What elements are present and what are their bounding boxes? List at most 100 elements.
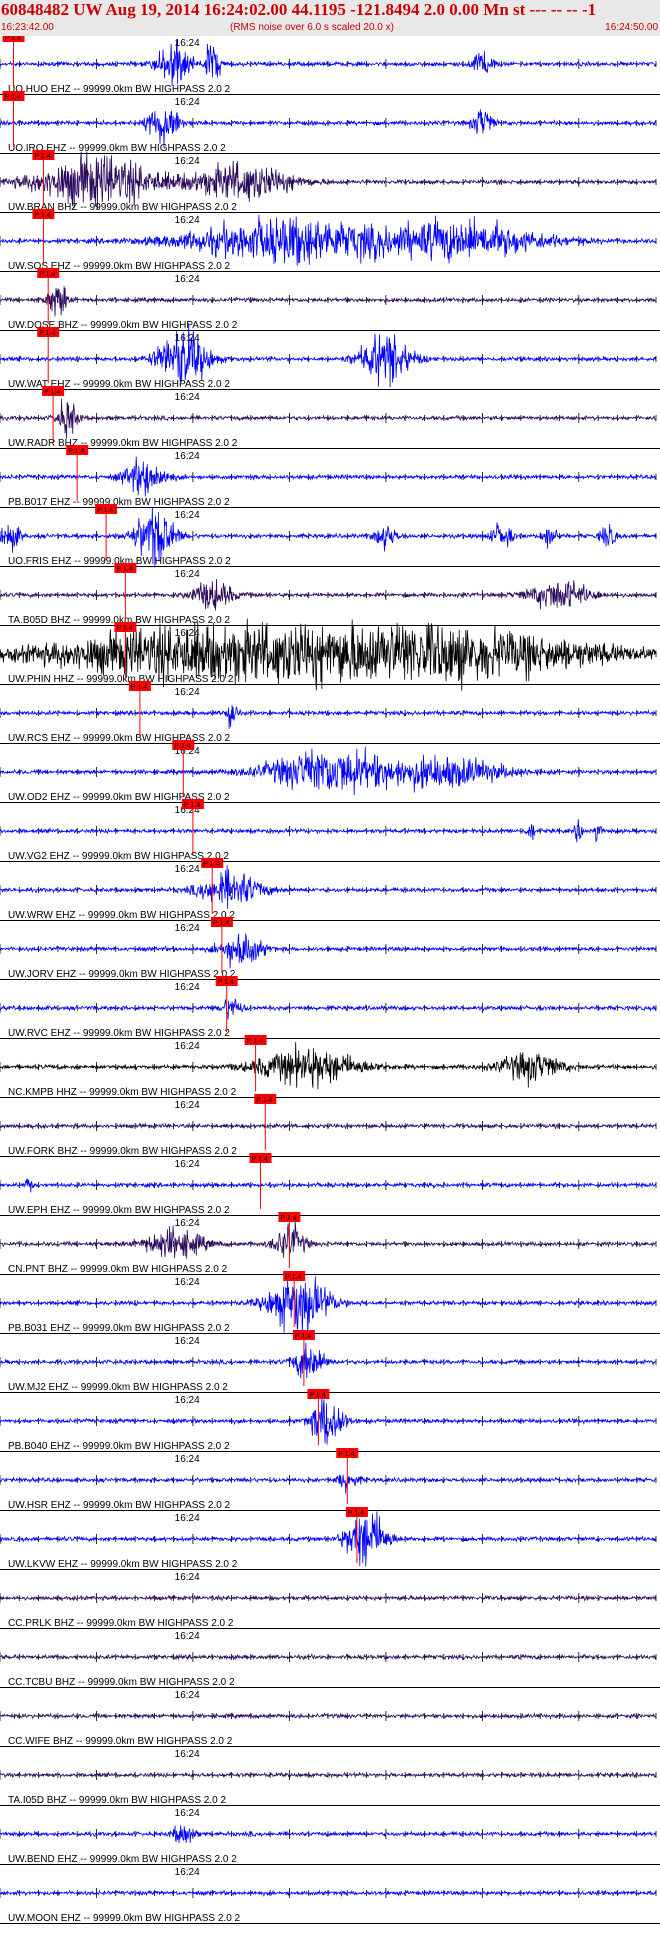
minute-label: 16:24 — [175, 1041, 200, 1052]
pick-label: P 1.4 — [213, 920, 229, 927]
pick-label: P 1.4 — [44, 389, 60, 396]
minute-label: 16:24 — [175, 38, 200, 49]
pick-label: P 1.4 — [247, 1038, 263, 1045]
minute-label: 16:24 — [175, 156, 200, 167]
pick-label: P 1.4 — [218, 979, 234, 986]
minute-label: 16:24 — [175, 1513, 200, 1524]
start-time: 16:23:42.00 — [1, 22, 54, 33]
minute-label: 16:24 — [175, 628, 200, 639]
trace-uw-phin: 16:24 UW.PHIN HHZ -- 99999.0km BW HIGHPAS… — [0, 618, 660, 691]
minute-label: 16:24 — [175, 1572, 200, 1583]
pick-label: P 1.4 — [39, 330, 55, 337]
pick-label: P 1.4 — [116, 566, 132, 573]
trace-uw-wat: 16:24 UW.WAT EHZ -- 99999.0km BW HIGHPASS… — [0, 322, 660, 390]
trace-uw-bran: 16:24UW.BRAN BHZ -- 99999.0km BW HIGHPAS… — [0, 150, 660, 213]
trace-uw-moon: 16:24 UW.MOON EHZ -- 99999.0km BW HIGHPAS… — [0, 1867, 660, 1924]
station-label: UW.WAT EHZ -- 99999.0km BW HIGHPASS 2.0 … — [8, 379, 230, 390]
pick-label: P 1.4 — [97, 507, 113, 514]
waveform — [0, 705, 657, 730]
waveform — [0, 1221, 657, 1259]
minute-label: 16:24 — [175, 923, 200, 934]
trace-cc-tcbu: 16:24 CC.TCBU BHZ -- 99999.0km BW HIGHPAS… — [0, 1631, 660, 1688]
station-label: UW.BEND EHZ -- 99999.0km BW HIGHPASS 2.0… — [8, 1854, 237, 1865]
waveform — [0, 578, 657, 611]
minute-label: 16:24 — [175, 510, 200, 521]
pick-label: P 1.4 — [285, 1274, 301, 1281]
minute-label: 16:24 — [175, 687, 200, 698]
station-label: UW.JORV EHZ -- 99999.0km BW HIGHPASS 2.0… — [8, 969, 236, 980]
pick-label: P 1.4 — [280, 1215, 296, 1222]
station-label: UW.RCS EHZ -- 99999.0km BW HIGHPASS 2.0 … — [8, 733, 231, 744]
pick-label: P 1.4 — [116, 625, 132, 632]
trace-uw-mj2: 16:24 UW.MJ2 EHZ -- 99999.0km BW HIGHPASS… — [0, 1330, 660, 1393]
minute-label: 16:24 — [175, 1690, 200, 1701]
waveform — [0, 398, 657, 439]
header: 60848482 UW Aug 19, 2014 16:24:02.00 44.… — [0, 0, 660, 36]
pick-label: P 1.4 — [252, 1156, 268, 1163]
minute-label: 16:24 — [175, 1808, 200, 1819]
pick-label: P 1.4 — [203, 861, 219, 868]
pick-label: P 1.4 — [131, 684, 147, 691]
end-time: 16:24:50.00 — [605, 22, 658, 33]
trace-uw-wrw: 16:24 UW.WRW EHZ -- 99999.0km BW HIGHPASS… — [0, 858, 660, 921]
trace-uw-vg2: 16:24UW.VG2 EHZ -- 99999.0km BW HIGHPASS… — [0, 799, 660, 862]
station-label: UW.PHIN HHZ -- 99999.0km BW HIGHPASS 2.0… — [8, 674, 234, 685]
trace-uw-eph: 16:24 UW.EPH EHZ -- 99999.0km BW HIGHPASS… — [0, 1153, 660, 1216]
pick-label: P 1.4 — [68, 448, 84, 455]
station-label: UW.WRW EHZ -- 99999.0km BW HIGHPASS 2.0 … — [8, 910, 235, 921]
trace-uw-hsr: 16:24 UW.HSR EHZ -- 99999.0km BW HIGHPASS… — [0, 1448, 660, 1511]
trace-uo-huo: 16:24 UO.HUO EHZ -- 99999.0km BW HIGHPASS… — [0, 36, 660, 95]
trace-cc-wife: 16:24 CC.WIFE BHZ -- 99999.0km BW HIGHPAS… — [0, 1690, 660, 1747]
pick-label: P 1.4 — [256, 1097, 272, 1104]
minute-label: 16:24 — [175, 97, 200, 108]
station-label: TA.I05D BHZ -- 99999.0km BW HIGHPASS 2.0… — [8, 1795, 226, 1806]
waveform — [0, 214, 657, 266]
trace-uw-bend: 16:24 UW.BEND EHZ -- 99999.0km BW HIGHPAS… — [0, 1808, 660, 1865]
minute-label: 16:24 — [175, 569, 200, 580]
station-label: UW.EPH EHZ -- 99999.0km BW HIGHPASS 2.0 … — [8, 1205, 230, 1216]
trace-pb-b017: 16:24 PB.B017 EHZ -- 99999.0km BW HIGHPAS… — [0, 445, 660, 508]
minute-label: 16:24 — [175, 982, 200, 993]
minute-label: 16:24 — [175, 1395, 200, 1406]
minute-label: 16:24 — [175, 1100, 200, 1111]
station-label: NC.KMPB HHZ -- 99999.0km BW HIGHPASS 2.0… — [8, 1087, 237, 1098]
pick-label: P 1.4 — [338, 1451, 354, 1458]
seismogram-plot: 16:24 UO.HUO EHZ -- 99999.0km BW HIGHPASS… — [0, 36, 660, 1924]
minute-label: 16:24 — [175, 333, 200, 344]
minute-label: 16:24 — [175, 1159, 200, 1170]
pick-label: P 1.4 — [174, 743, 190, 750]
trace-ta-i05d: 16:24 TA.I05D BHZ -- 99999.0km BW HIGHPAS… — [0, 1749, 660, 1806]
station-label: CC.PRLK BHZ -- 99999.0km BW HIGHPASS 2.0… — [8, 1618, 234, 1629]
minute-label: 16:24 — [175, 1631, 200, 1642]
minute-label: 16:24 — [175, 215, 200, 226]
pick-label: P 1.4 — [5, 94, 21, 101]
pick-label: P 1.4 — [348, 1510, 364, 1517]
station-label: CN.PNT BHZ -- 99999.0km BW HIGHPASS 2.0 … — [8, 1264, 228, 1275]
station-label: UW.VG2 EHZ -- 99999.0km BW HIGHPASS 2.0 … — [8, 851, 229, 862]
waveform — [0, 39, 657, 86]
station-label: UW.RADR BHZ -- 99999.0km BW HIGHPASS 2.0… — [8, 438, 238, 449]
minute-label: 16:24 — [175, 1867, 200, 1878]
minute-label: 16:24 — [175, 274, 200, 285]
trace-pb-b040: 16:24 PB.B040 EHZ -- 99999.0km BW HIGHPAS… — [0, 1389, 660, 1452]
trace-pb-b031: 16:24 PB.B031 EHZ -- 99999.0km BW HIGHPAS… — [0, 1271, 660, 1337]
pick-label: P 1.4 — [295, 1333, 311, 1340]
trace-uw-dose: 16:24UW.DOSE BHZ -- 99999.0km BW HIGHPAS… — [0, 268, 660, 331]
station-label: CC.WIFE BHZ -- 99999.0km BW HIGHPASS 2.0… — [8, 1736, 233, 1747]
trace-uo-iro: 16:24UO.IRO EHZ -- 99999.0km BW HIGHPASS… — [0, 91, 660, 154]
station-label: CC.TCBU BHZ -- 99999.0km BW HIGHPASS 2.0… — [8, 1677, 235, 1688]
pick-label: P 1.4 — [5, 36, 21, 42]
trace-nc-kmpb: 16:24 NC.KMPB HHZ -- 99999.0km BW HIGHPAS… — [0, 1035, 660, 1098]
station-label: UW.MJ2 EHZ -- 99999.0km BW HIGHPASS 2.0 … — [8, 1382, 228, 1393]
minute-label: 16:24 — [175, 1749, 200, 1760]
waveform — [0, 322, 657, 388]
trace-cc-prlk: 16:24 CC.PRLK BHZ -- 99999.0km BW HIGHPAS… — [0, 1572, 660, 1629]
station-label: UO.HUO EHZ -- 99999.0km BW HIGHPASS 2.0 … — [8, 84, 231, 95]
trace-uw-radr: 16:24 UW.RADR BHZ -- 99999.0km BW HIGHPAS… — [0, 386, 660, 449]
minute-label: 16:24 — [175, 1336, 200, 1347]
trace-uo-fris: 16:24UO.FRIS EHZ -- 99999.0km BW HIGHPAS… — [0, 504, 660, 568]
minute-label: 16:24 — [175, 1277, 200, 1288]
station-label: PB.B017 EHZ -- 99999.0km BW HIGHPASS 2.0… — [8, 497, 230, 508]
noise-note: (RMS noise over 6.0 s scaled 20.0 x) — [230, 22, 394, 33]
trace-ta-b05d: 16:24TA.B05D BHZ -- 99999.0km BW HIGHPAS… — [0, 563, 660, 626]
